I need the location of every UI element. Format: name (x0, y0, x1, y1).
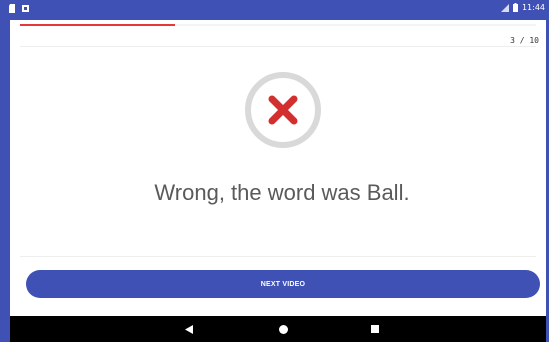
recents-icon (371, 325, 379, 333)
progress-bar (20, 24, 536, 26)
status-bar-left (9, 4, 29, 13)
back-button[interactable] (181, 321, 197, 337)
result-message: Wrong, the word was Ball. (154, 180, 410, 205)
progress-fill (20, 24, 175, 26)
battery-icon (512, 3, 518, 12)
quiz-screen: 3 / 10 Wrong, the word was Ball. NEXT VI… (10, 20, 546, 316)
question-counter: 3 / 10 (510, 36, 539, 45)
home-button[interactable] (275, 321, 291, 337)
notification-icon (22, 5, 29, 12)
sd-card-icon (9, 4, 15, 13)
status-bar-right: 11:44 (500, 3, 545, 12)
home-icon (278, 324, 288, 334)
footer-divider (20, 256, 536, 257)
signal-icon (500, 3, 509, 12)
status-bar: 11:44 (0, 0, 549, 20)
recents-button[interactable] (367, 321, 383, 337)
status-time: 11:44 (521, 3, 545, 12)
back-icon (185, 324, 193, 334)
next-video-label: NEXT VIDEO (260, 280, 306, 288)
next-video-button[interactable]: NEXT VIDEO (26, 270, 540, 298)
navigation-bar (10, 316, 546, 342)
wrong-x-icon (245, 72, 321, 148)
header-divider (20, 46, 536, 47)
